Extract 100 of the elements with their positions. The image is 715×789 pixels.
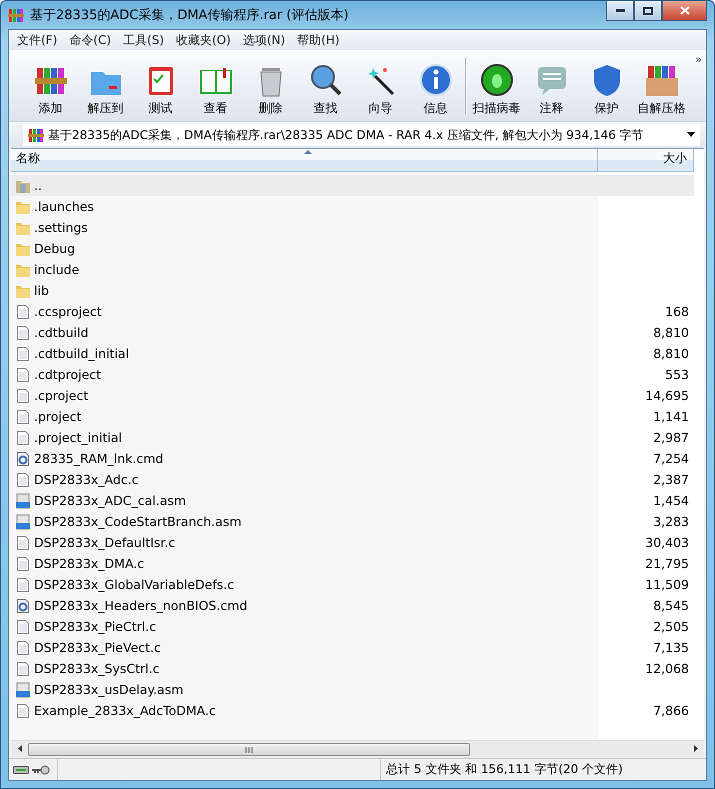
- toolbar-button[interactable]: 测试: [133, 55, 188, 117]
- file-row[interactable]: 28335_RAM_lnk.cmd 7,254: [11, 448, 694, 469]
- file-name: DSP2833x_PieCtrl.c: [34, 619, 156, 634]
- horizontal-scrollbar[interactable]: [11, 740, 704, 758]
- file-size: 30,403: [644, 535, 689, 550]
- grip-icon: [244, 746, 253, 752]
- file-icon: [15, 660, 31, 676]
- file-icon: [15, 472, 31, 488]
- toolbar-button[interactable]: 解压到: [78, 55, 133, 117]
- column-header[interactable]: 名称: [11, 149, 598, 172]
- toolbar-button[interactable]: 查找: [298, 55, 353, 117]
- file-row[interactable]: .cdtproject 553: [11, 364, 694, 385]
- file-icon: [15, 408, 31, 424]
- file-row[interactable]: DSP2833x_DefaultIsr.c 30,403: [11, 532, 694, 553]
- maximize-button[interactable]: [634, 1, 662, 21]
- file-name: DSP2833x_Headers_nonBIOS.cmd: [34, 598, 248, 613]
- file-size: 7,254: [652, 451, 689, 466]
- file-row[interactable]: DSP2833x_Adc.c 2,387: [11, 469, 694, 490]
- file-size: 168: [664, 304, 689, 319]
- path-field[interactable]: 基于28335的ADC采集，DMA传输程序.rar\28335 ADC DMA - RAR 4.x 压缩文件, 解包大小为 934,146 字节: [23, 124, 700, 146]
- file-row[interactable]: .cdtbuild_initial 8,810: [11, 343, 694, 364]
- menu-item[interactable]: 帮助(H): [291, 32, 346, 48]
- toolbar-overflow-button[interactable]: »: [695, 53, 702, 66]
- file-size: 21,795: [644, 556, 689, 571]
- file-size: 2,387: [652, 472, 689, 487]
- file-row[interactable]: DSP2833x_PieVect.c 7,135: [11, 637, 694, 658]
- file-name: DSP2833x_DMA.c: [34, 556, 144, 571]
- asm-file-icon: [15, 682, 31, 698]
- file-name: DSP2833x_usDelay.asm: [34, 682, 184, 697]
- menu-item[interactable]: 收藏夹(O): [170, 32, 237, 48]
- file-row[interactable]: DSP2833x_ADC_cal.asm 1,454: [11, 490, 694, 511]
- file-row[interactable]: include: [11, 259, 694, 280]
- scroll-left-icon[interactable]: [18, 745, 22, 752]
- file-row[interactable]: DSP2833x_GlobalVariableDefs.c 11,509: [11, 574, 694, 595]
- file-name: DSP2833x_DefaultIsr.c: [34, 535, 176, 550]
- file-row[interactable]: DSP2833x_SysCtrl.c 12,068: [11, 658, 694, 679]
- file-icon: [15, 534, 31, 550]
- file-name: .project: [34, 409, 82, 424]
- asm-file-icon: [15, 492, 31, 508]
- file-row[interactable]: .launches: [11, 196, 694, 217]
- menu-item[interactable]: 文件(F): [11, 32, 64, 48]
- file-icon: [15, 702, 31, 718]
- file-size: 8,810: [652, 346, 689, 361]
- file-icon: [15, 346, 31, 362]
- file-name: .project_initial: [34, 430, 122, 445]
- column-header[interactable]: 大小: [598, 149, 694, 172]
- file-name: .settings: [34, 220, 88, 235]
- file-size: 7,135: [652, 640, 689, 655]
- file-size: 2,987: [652, 430, 689, 445]
- file-name: DSP2833x_Adc.c: [34, 472, 139, 487]
- toolbar-button[interactable]: 信息: [408, 55, 463, 117]
- file-row[interactable]: Debug: [11, 238, 694, 259]
- file-row[interactable]: ..: [11, 175, 694, 196]
- maximize-icon: [643, 6, 653, 14]
- file-name: include: [34, 262, 80, 277]
- file-row[interactable]: DSP2833x_CodeStartBranch.asm 3,283: [11, 511, 694, 532]
- scroll-right-icon[interactable]: [694, 745, 698, 752]
- file-name: 28335_RAM_lnk.cmd: [34, 451, 164, 466]
- file-row[interactable]: DSP2833x_Headers_nonBIOS.cmd 8,545: [11, 595, 694, 616]
- toolbar-button[interactable]: 添加: [23, 55, 78, 117]
- file-name: .launches: [34, 199, 94, 214]
- menu-item[interactable]: 工具(S): [117, 32, 170, 48]
- file-size: 3,283: [652, 514, 689, 529]
- toolbar-button[interactable]: 自解压格: [634, 55, 689, 117]
- toolbar-button[interactable]: 删除: [243, 55, 298, 117]
- file-size: 1,454: [652, 493, 689, 508]
- file-name: ..: [34, 178, 42, 193]
- file-row[interactable]: Example_2833x_AdcToDMA.c 7,866: [11, 700, 694, 721]
- menu-item[interactable]: 命令(C): [63, 32, 118, 48]
- file-row[interactable]: .ccsproject 168: [11, 301, 694, 322]
- file-row[interactable]: .project 1,141: [11, 406, 694, 427]
- file-row[interactable]: DSP2833x_PieCtrl.c 2,505: [11, 616, 694, 637]
- file-row[interactable]: lib: [11, 280, 694, 301]
- file-row[interactable]: .project_initial 2,987: [11, 427, 694, 448]
- file-row[interactable]: DSP2833x_DMA.c 21,795: [11, 553, 694, 574]
- file-size: 12,068: [644, 661, 689, 676]
- file-name: lib: [34, 283, 49, 298]
- toolbar-button[interactable]: 扫描病毒: [469, 55, 524, 117]
- minimize-button[interactable]: [606, 1, 634, 21]
- file-row[interactable]: .cproject 14,695: [11, 385, 694, 406]
- file-name: .cdtbuild_initial: [34, 346, 130, 361]
- file-name: DSP2833x_PieVect.c: [34, 640, 161, 655]
- key-icon: [32, 764, 50, 774]
- file-name: Example_2833x_AdcToDMA.c: [34, 703, 216, 718]
- file-row[interactable]: .settings: [11, 217, 694, 238]
- menu-item[interactable]: 选项(N): [236, 32, 292, 48]
- toolbar-button[interactable]: 保护: [579, 55, 634, 117]
- scrollbar-thumb[interactable]: [28, 743, 470, 756]
- toolbar-button[interactable]: 查看: [188, 55, 243, 117]
- toolbar-button[interactable]: 注释: [524, 55, 579, 117]
- file-row[interactable]: .cdtbuild 8,810: [11, 322, 694, 343]
- file-icon: [15, 576, 31, 592]
- file-size: 1,141: [652, 409, 689, 424]
- path-text: 基于28335的ADC采集，DMA传输程序.rar\28335 ADC DMA - RAR 4.x 压缩文件, 解包大小为 934,146 字节: [48, 126, 645, 144]
- file-row[interactable]: DSP2833x_usDelay.asm: [11, 679, 694, 700]
- file-size: 553: [664, 367, 689, 382]
- file-name: DSP2833x_SysCtrl.c: [34, 661, 160, 676]
- toolbar-button[interactable]: 向导: [353, 55, 408, 117]
- close-button[interactable]: [662, 1, 707, 21]
- file-size: 8,545: [652, 598, 689, 613]
